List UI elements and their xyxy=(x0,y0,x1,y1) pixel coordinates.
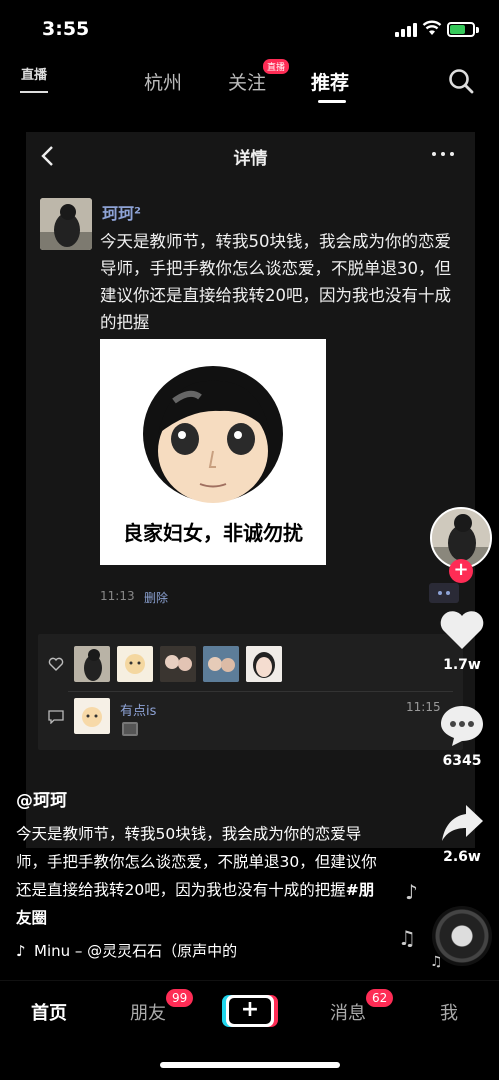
liker-avatar[interactable] xyxy=(117,646,153,682)
music-note-icon: ♪ xyxy=(405,880,418,904)
top-nav: 直播 杭州 关注 直播 推荐 xyxy=(0,56,499,106)
video-caption: 今天是教师节，转我50块钱，我会成为你的恋爱导师，手把手教你怎么谈恋爱，不脱单退… xyxy=(16,820,386,932)
meme-face-illustration xyxy=(143,366,283,503)
meme-image[interactable]: 良家妇女，非诚勿扰 xyxy=(100,339,326,565)
tiktok-note-icon: ♪ xyxy=(16,942,26,960)
live-badge: 直播 xyxy=(263,59,290,74)
wifi-icon xyxy=(422,20,442,35)
tab-hangzhou[interactable]: 杭州 xyxy=(144,68,182,95)
nav-me[interactable]: 我 xyxy=(440,999,458,1025)
liker-avatar[interactable] xyxy=(74,646,110,682)
post-author-name[interactable]: 珂珂² xyxy=(102,200,141,224)
post-avatar[interactable] xyxy=(40,198,92,250)
battery-tip xyxy=(476,27,479,33)
tv-emoji-icon xyxy=(122,722,138,736)
card-title: 详情 xyxy=(233,149,268,169)
delete-link[interactable]: 删除 xyxy=(144,589,168,606)
music-note-icon: ♫ xyxy=(398,926,416,950)
create-button[interactable]: + xyxy=(222,995,274,1027)
divider xyxy=(68,691,453,692)
nav-messages[interactable]: 消息 xyxy=(330,999,366,1025)
share-arrow-icon[interactable] xyxy=(438,801,486,845)
friends-badge: 99 xyxy=(166,989,194,1007)
search-icon[interactable] xyxy=(448,68,474,94)
comment-time: 11:15 xyxy=(406,700,441,714)
caption-text: 今天是教师节，转我50块钱，我会成为你的恋爱导师，手把手教你怎么谈恋爱，不脱单退… xyxy=(16,825,377,899)
comment-count: 6345 xyxy=(442,753,482,769)
nav-home[interactable]: 首页 xyxy=(31,999,67,1025)
comment-icon xyxy=(48,710,64,724)
music-info[interactable]: ♪ Minu – @灵灵石石（原声中的 xyxy=(16,940,276,961)
live-icon[interactable]: 直播 xyxy=(20,65,48,93)
liker-avatar[interactable] xyxy=(203,646,239,682)
tab-following[interactable]: 关注 xyxy=(228,68,266,95)
messages-badge: 62 xyxy=(366,989,394,1007)
comment-bubble-icon[interactable] xyxy=(438,703,486,747)
music-title: Minu – @灵灵石石（原声中的 xyxy=(34,942,238,960)
post-text: 今天是教师节，转我50块钱，我会成为你的恋爱导师，手把手教你怎么谈恋爱，不脱单退… xyxy=(100,232,451,332)
status-bar: 3:55 xyxy=(0,0,499,56)
status-time: 3:55 xyxy=(42,18,90,40)
likes-comments-box: 有点is 11:15 xyxy=(38,634,463,750)
like-heart-icon[interactable] xyxy=(438,607,486,651)
liker-avatar[interactable] xyxy=(246,646,282,682)
music-disc[interactable] xyxy=(432,906,492,966)
author-handle[interactable]: @珂珂 xyxy=(16,786,67,811)
card-header: 详情 xyxy=(26,132,475,180)
heart-outline-icon xyxy=(48,657,64,671)
plus-icon: + xyxy=(229,998,271,1024)
active-tab-indicator xyxy=(318,100,346,103)
tab-recommended[interactable]: 推荐 xyxy=(311,68,349,95)
like-count: 1.7w xyxy=(443,657,481,673)
meme-caption: 良家妇女，非诚勿扰 xyxy=(123,521,303,545)
nav-friends[interactable]: 朋友 xyxy=(130,999,166,1025)
post-time: 11:13 xyxy=(100,589,135,603)
liker-avatar[interactable] xyxy=(160,646,196,682)
more-icon[interactable] xyxy=(432,152,456,158)
moment-detail-card: 详情 珂珂² 今天是教师节，转我50块钱，我会成为你的恋爱导师，手把手教你怎么谈… xyxy=(26,132,475,848)
commenter-avatar[interactable] xyxy=(74,698,110,734)
share-count: 2.6w xyxy=(443,849,481,865)
home-indicator xyxy=(160,1062,340,1068)
like-comment-button[interactable] xyxy=(429,583,459,603)
battery-icon xyxy=(447,22,475,37)
commenter-name[interactable]: 有点is xyxy=(120,700,156,719)
signal-icon xyxy=(395,23,417,37)
follow-plus-button[interactable]: + xyxy=(449,559,473,583)
